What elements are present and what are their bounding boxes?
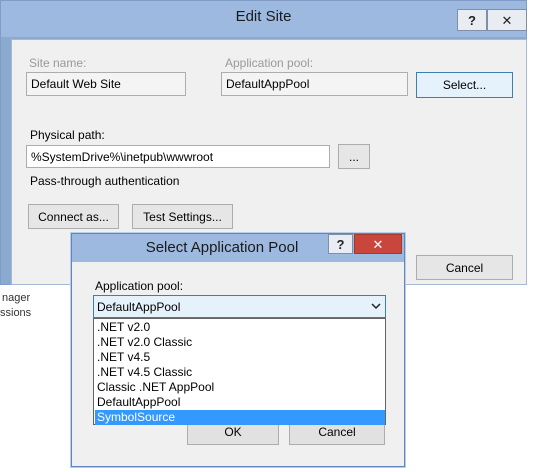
pool-label: Application pool: <box>95 279 184 293</box>
pool-dropdown-list: .NET v2.0 .NET v2.0 Classic .NET v4.5 .N… <box>93 318 386 425</box>
help-button[interactable]: ? <box>457 9 487 31</box>
background-right <box>525 0 544 472</box>
connect-as-button[interactable]: Connect as... <box>28 204 119 229</box>
pool-option[interactable]: Classic .NET AppPool <box>95 380 385 395</box>
pool-option[interactable]: .NET v4.5 <box>95 350 385 365</box>
chevron-down-icon <box>369 298 383 314</box>
pool-option[interactable]: DefaultAppPool <box>95 395 385 410</box>
select-button[interactable]: Select... <box>416 72 513 98</box>
select-pool-title: Select Application Pool <box>145 239 299 256</box>
physical-path-input[interactable]: %SystemDrive%\inetpub\wwwroot <box>26 145 330 168</box>
pool-option[interactable]: .NET v4.5 Classic <box>95 365 385 380</box>
app-pool-label: Application pool: <box>225 56 314 70</box>
passthrough-label: Pass-through authentication <box>30 174 180 188</box>
close-button[interactable]: ✕ <box>487 9 527 31</box>
background-text: ssions <box>0 307 32 319</box>
pool-combobox[interactable]: DefaultAppPool <box>93 295 386 318</box>
close-button[interactable]: ✕ <box>354 234 402 254</box>
edit-site-cancel-button[interactable]: Cancel <box>416 255 513 280</box>
browse-button[interactable]: ... <box>338 144 370 169</box>
app-pool-field[interactable]: DefaultAppPool <box>221 72 408 96</box>
pool-option[interactable]: .NET v2.0 Classic <box>95 335 385 350</box>
site-name-field[interactable]: Default Web Site <box>26 72 186 96</box>
background-text: nager <box>2 292 31 304</box>
test-settings-button[interactable]: Test Settings... <box>132 204 233 229</box>
physical-path-label: Physical path: <box>30 128 105 142</box>
pool-option-highlighted[interactable]: SymbolSource <box>95 410 385 425</box>
help-button[interactable]: ? <box>328 234 353 254</box>
edit-site-title: Edit Site <box>235 8 292 25</box>
site-name-label: Site name: <box>29 56 87 70</box>
pool-option[interactable]: .NET v2.0 <box>95 320 385 335</box>
pool-combobox-value: DefaultAppPool <box>97 300 181 314</box>
